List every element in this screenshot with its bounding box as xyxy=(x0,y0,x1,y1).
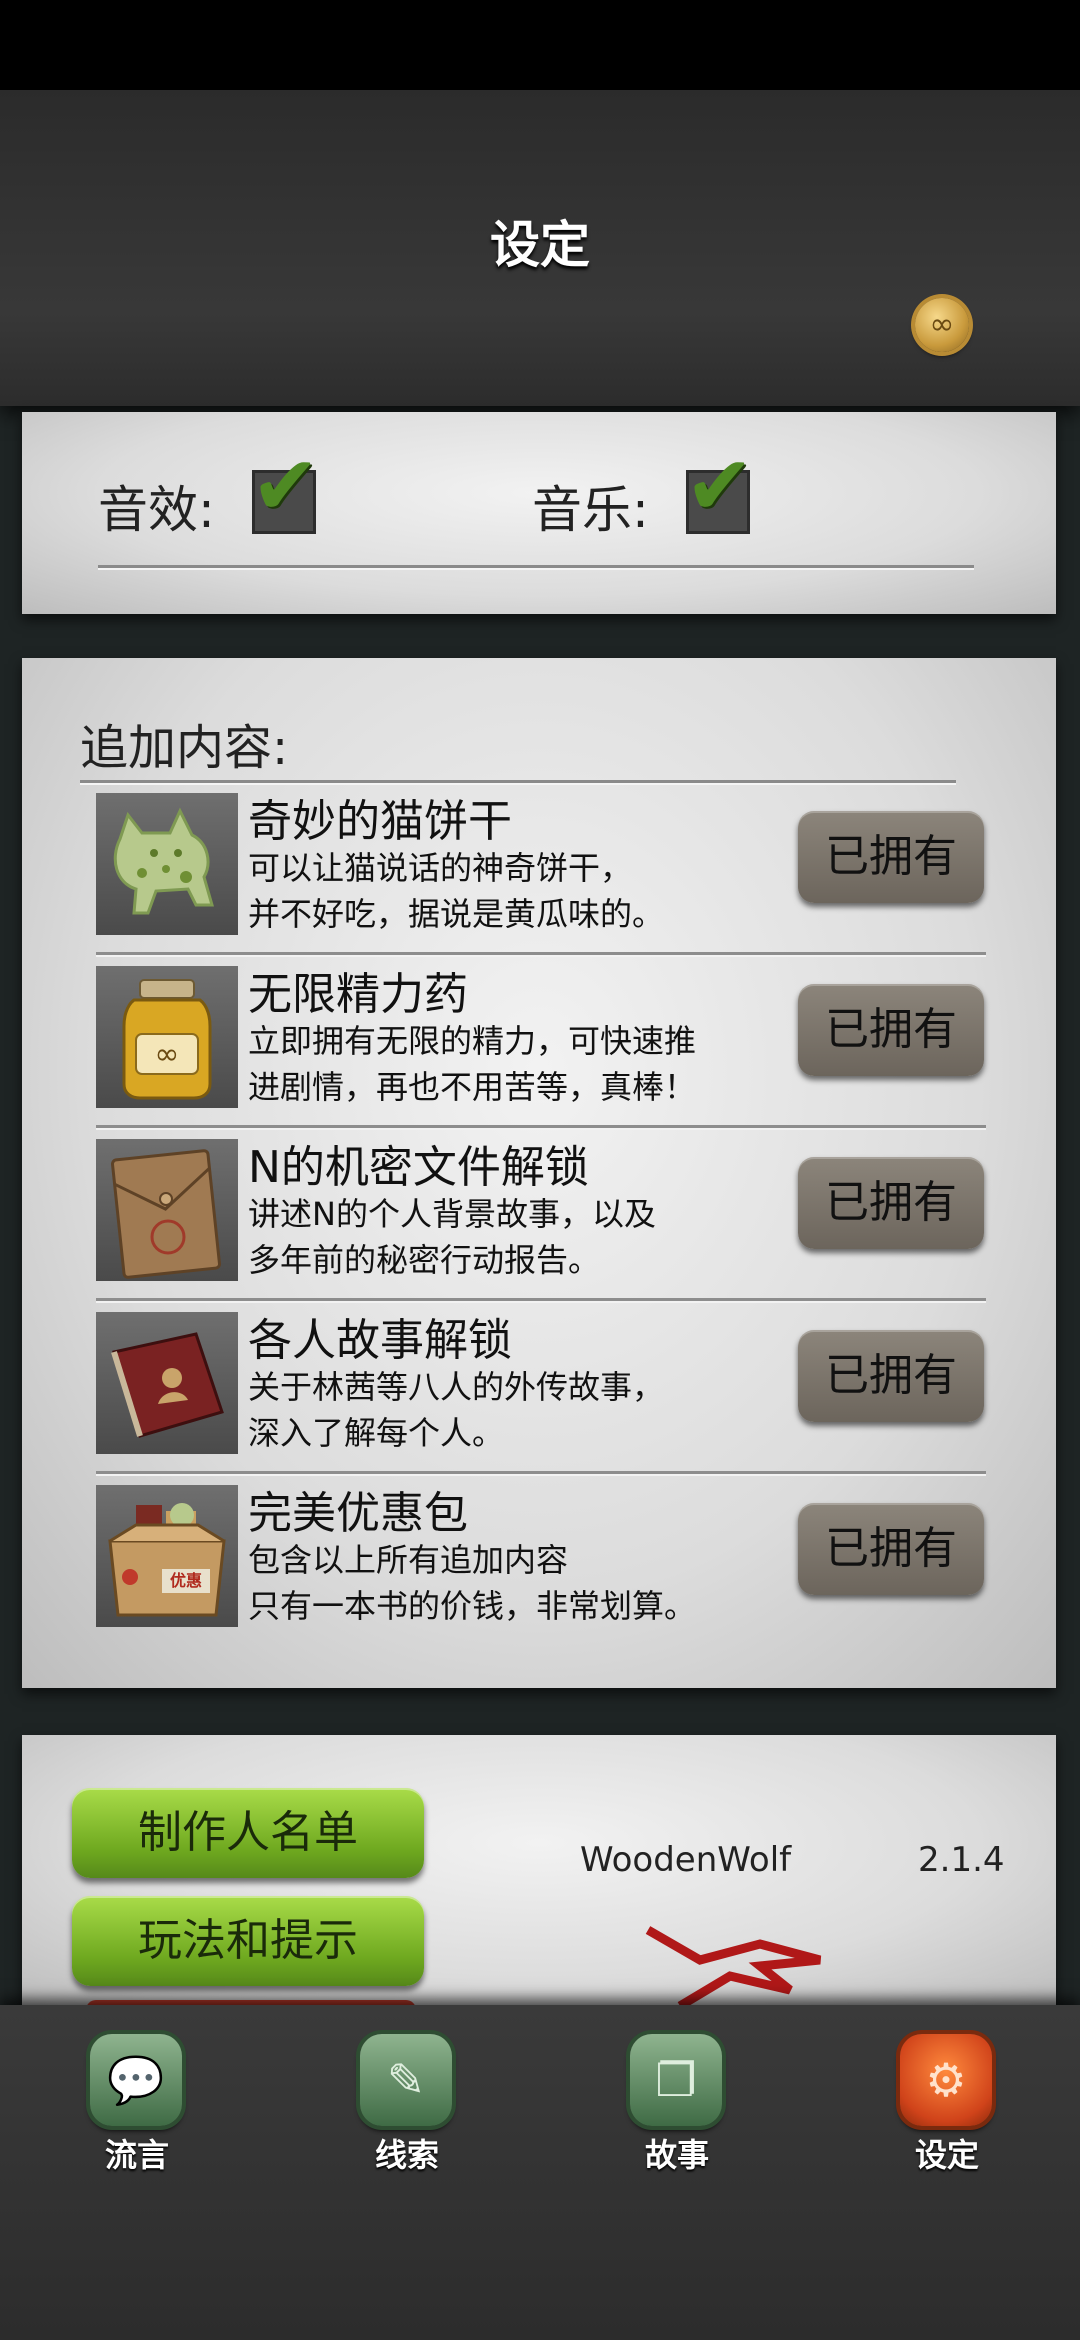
gift-box-label: 优惠 xyxy=(169,1571,202,1590)
dlc-item-name: 各人故事解锁 xyxy=(248,1315,512,1366)
divider xyxy=(96,952,986,955)
description-line: 并不好吃，据说是黄瓜味的。 xyxy=(248,895,665,933)
description-line: 包含以上所有追加内容 xyxy=(248,1541,569,1579)
paper-note-icon: ✎ xyxy=(360,2034,452,2126)
chat-bubble-icon: 💬 xyxy=(90,2034,182,2126)
dlc-item-description: 讲述N的个人背景故事，以及 多年前的秘密行动报告。 xyxy=(248,1191,788,1283)
dlc-item-name: 奇妙的猫饼干 xyxy=(248,796,512,847)
dlc-item-description: 立即拥有无限的精力，可快速推 进剧情，再也不用苦等，真棒！ xyxy=(248,1018,788,1110)
description-line: 可以让猫说话的神奇饼干， xyxy=(248,849,633,887)
potion-jar-icon: ∞ xyxy=(96,966,238,1108)
dlc-item-description: 关于林茜等八人的外传故事， 深入了解每个人。 xyxy=(248,1364,788,1456)
dlc-item: 优惠 完美优惠包 包含以上所有追加内容 只有一本书的价钱，非常划算。 已拥有 xyxy=(96,1471,986,1633)
status-bar xyxy=(0,0,1080,90)
divider xyxy=(96,1125,986,1128)
sound-checkbox[interactable]: ✔ xyxy=(251,439,320,534)
music-checkbox[interactable]: ✔ xyxy=(685,439,754,534)
dlc-item-name: 完美优惠包 xyxy=(248,1488,468,1539)
storybook-icon: ❐ xyxy=(630,2034,722,2126)
page-title: 设定 xyxy=(490,215,590,274)
tab-clues[interactable]: ✎ 线索 xyxy=(348,2030,468,2190)
tab-label: 故事 xyxy=(644,2136,709,2174)
dlc-item-description: 包含以上所有追加内容 只有一本书的价钱，非常划算。 xyxy=(248,1537,788,1629)
tab-label: 线索 xyxy=(374,2136,439,2174)
dlc-section-title: 追加内容: xyxy=(80,720,289,776)
owned-button[interactable]: 已拥有 xyxy=(798,1503,984,1595)
description-line: 关于林茜等八人的外传故事， xyxy=(248,1368,665,1406)
checkmark-icon: ✔ xyxy=(685,439,754,534)
dlc-item-name: N的机密文件解锁 xyxy=(248,1142,589,1193)
tab-label: 流言 xyxy=(104,2136,169,2174)
description-line: 只有一本书的价钱，非常划算。 xyxy=(248,1587,697,1625)
developer-name: WoodenWolf xyxy=(580,1840,792,1880)
checkmark-icon: ✔ xyxy=(251,439,320,534)
gift-box-icon: 优惠 xyxy=(96,1485,238,1627)
sound-label: 音效: xyxy=(98,481,215,539)
help-button[interactable]: 玩法和提示 xyxy=(72,1896,424,1986)
divider xyxy=(96,1471,986,1474)
dlc-item: 奇妙的猫饼干 可以让猫说话的神奇饼干， 并不好吃，据说是黄瓜味的。 已拥有 xyxy=(96,793,986,941)
envelope-icon xyxy=(96,1139,238,1281)
credits-button[interactable]: 制作人名单 xyxy=(72,1788,424,1878)
wolf-logo-icon xyxy=(645,1926,822,2010)
gear-icon: ⚙ xyxy=(900,2034,992,2126)
owned-button[interactable]: 已拥有 xyxy=(798,1330,984,1422)
coin-icon[interactable]: ∞ xyxy=(915,298,969,352)
tab-settings[interactable]: ⚙ 设定 xyxy=(888,2030,1008,2190)
description-line: 进剧情，再也不用苦等，真棒！ xyxy=(248,1068,697,1106)
divider xyxy=(80,780,956,783)
tab-rumors[interactable]: 💬 流言 xyxy=(78,2030,198,2190)
book-icon xyxy=(96,1312,238,1454)
dlc-item: ∞ 无限精力药 立即拥有无限的精力，可快速推 进剧情，再也不用苦等，真棒！ 已拥… xyxy=(96,952,986,1114)
dlc-item-name: 无限精力药 xyxy=(248,969,468,1020)
dlc-item-description: 可以让猫说话的神奇饼干， 并不好吃，据说是黄瓜味的。 xyxy=(248,845,788,937)
dlc-item: 各人故事解锁 关于林茜等八人的外传故事， 深入了解每个人。 已拥有 xyxy=(96,1298,986,1460)
owned-button[interactable]: 已拥有 xyxy=(798,811,984,903)
description-line: 深入了解每个人。 xyxy=(248,1414,505,1452)
description-line: 多年前的秘密行动报告。 xyxy=(248,1241,601,1279)
owned-button[interactable]: 已拥有 xyxy=(798,984,984,1076)
description-line: 立即拥有无限的精力，可快速推 xyxy=(248,1022,697,1060)
svg-text:∞: ∞ xyxy=(155,1037,180,1072)
owned-button[interactable]: 已拥有 xyxy=(798,1157,984,1249)
description-line: 讲述N的个人背景故事，以及 xyxy=(248,1195,656,1233)
music-label: 音乐: xyxy=(532,481,649,539)
divider xyxy=(96,1298,986,1301)
tab-story[interactable]: ❐ 故事 xyxy=(618,2030,738,2190)
cat-cookie-icon xyxy=(96,793,238,935)
version-label: 2.1.4 xyxy=(918,1840,1005,1880)
divider xyxy=(98,565,974,568)
dlc-item: N的机密文件解锁 讲述N的个人背景故事，以及 多年前的秘密行动报告。 已拥有 xyxy=(96,1125,986,1287)
tab-label: 设定 xyxy=(914,2136,979,2174)
